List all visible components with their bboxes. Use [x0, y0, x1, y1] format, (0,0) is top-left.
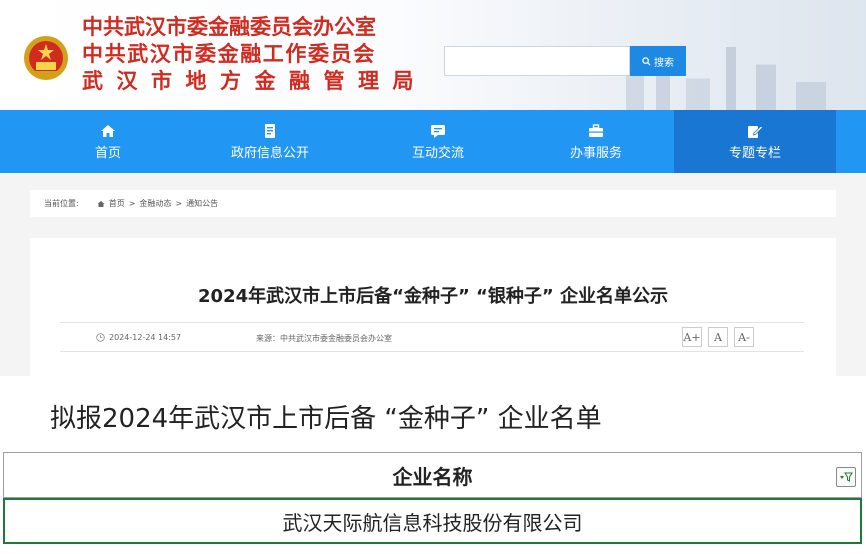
filter-button[interactable]: [836, 467, 856, 487]
font-decrease-button[interactable]: A-: [734, 327, 754, 347]
list-heading: 拟报2024年武汉市上市后备 “金种子” 企业名单: [50, 404, 602, 434]
font-increase-button[interactable]: A+: [682, 327, 702, 347]
edit-icon: [748, 124, 763, 138]
home-icon: [97, 200, 105, 207]
document-icon: [265, 123, 275, 138]
breadcrumb-notices[interactable]: 通知公告: [186, 198, 218, 209]
search-button[interactable]: 搜索: [630, 46, 686, 76]
article-meta: 2024-12-24 14:57 来源：中共武汉市委金融委员会办公室 A+ A …: [60, 322, 804, 352]
breadcrumb-prefix: 当前位置:: [44, 199, 79, 208]
org-names[interactable]: 中共武汉市委金融委员会办公室 中共武汉市委金融工作委员会 武汉市地方金融管理局: [82, 14, 427, 95]
site-header: 中共武汉市委金融委员会办公室 中共武汉市委金融工作委员会 武汉市地方金融管理局 …: [0, 0, 866, 110]
breadcrumb-home[interactable]: 首页: [109, 198, 125, 209]
national-emblem-icon[interactable]: [22, 34, 70, 82]
nav-label-home: 首页: [94, 145, 121, 161]
nav-label-gov-info: 政府信息公开: [230, 145, 309, 161]
chat-icon: [431, 124, 445, 138]
filter-dropdown-icon: [840, 472, 853, 482]
nav-item-gov-info[interactable]: 政府信息公开: [210, 110, 330, 173]
article-title: 2024年武汉市上市后备“金种子” “银种子” 企业名单公示: [198, 286, 668, 307]
home-icon: [101, 124, 115, 137]
breadcrumb: 当前位置: 首页 > 金融动态 > 通知公告: [30, 190, 836, 217]
article-source: 来源：中共武汉市委金融委员会办公室: [256, 334, 392, 343]
table-row[interactable]: 武汉天际航信息科技股份有限公司: [3, 498, 862, 544]
table-header: 企业名称: [3, 452, 862, 498]
table-header-label: 企业名称: [392, 464, 473, 489]
article-date-text: 2024-12-24 14:57: [109, 333, 182, 342]
nav-item-special-topics[interactable]: 专题专栏: [674, 110, 836, 173]
org-name-line-3: 武汉市地方金融管理局: [82, 69, 427, 93]
breadcrumb-separator: >: [175, 199, 183, 208]
company-table: 企业名称 武汉天际航信息科技股份有限公司: [3, 452, 862, 552]
breadcrumb-path: 首页 > 金融动态 > 通知公告: [97, 198, 218, 209]
nav-item-services[interactable]: 办事服务: [546, 110, 646, 173]
font-reset-button[interactable]: A: [708, 327, 728, 347]
nav-item-home[interactable]: 首页: [68, 110, 148, 173]
briefcase-icon: [589, 123, 603, 137]
search-button-label: 搜索: [654, 57, 674, 69]
nav-label-special-topics: 专题专栏: [728, 145, 781, 161]
main-nav: 首页 政府信息公开 互动交流 办事服务 专题专栏: [0, 110, 866, 173]
nav-label-interaction: 互动交流: [411, 145, 464, 161]
search-icon: [642, 56, 651, 66]
nav-item-interaction[interactable]: 互动交流: [388, 110, 488, 173]
font-size-controls: A+ A A-: [682, 327, 754, 347]
org-name-line-2: 中共武汉市委金融工作委员会: [82, 42, 376, 66]
nav-label-services: 办事服务: [569, 145, 622, 161]
search-input[interactable]: [444, 46, 630, 76]
breadcrumb-finance-news[interactable]: 金融动态: [139, 198, 171, 209]
org-name-line-1: 中共武汉市委金融委员会办公室: [82, 15, 376, 39]
breadcrumb-separator: >: [128, 199, 136, 208]
article-date: 2024-12-24 14:57: [96, 333, 181, 342]
clock-icon: [96, 333, 105, 342]
